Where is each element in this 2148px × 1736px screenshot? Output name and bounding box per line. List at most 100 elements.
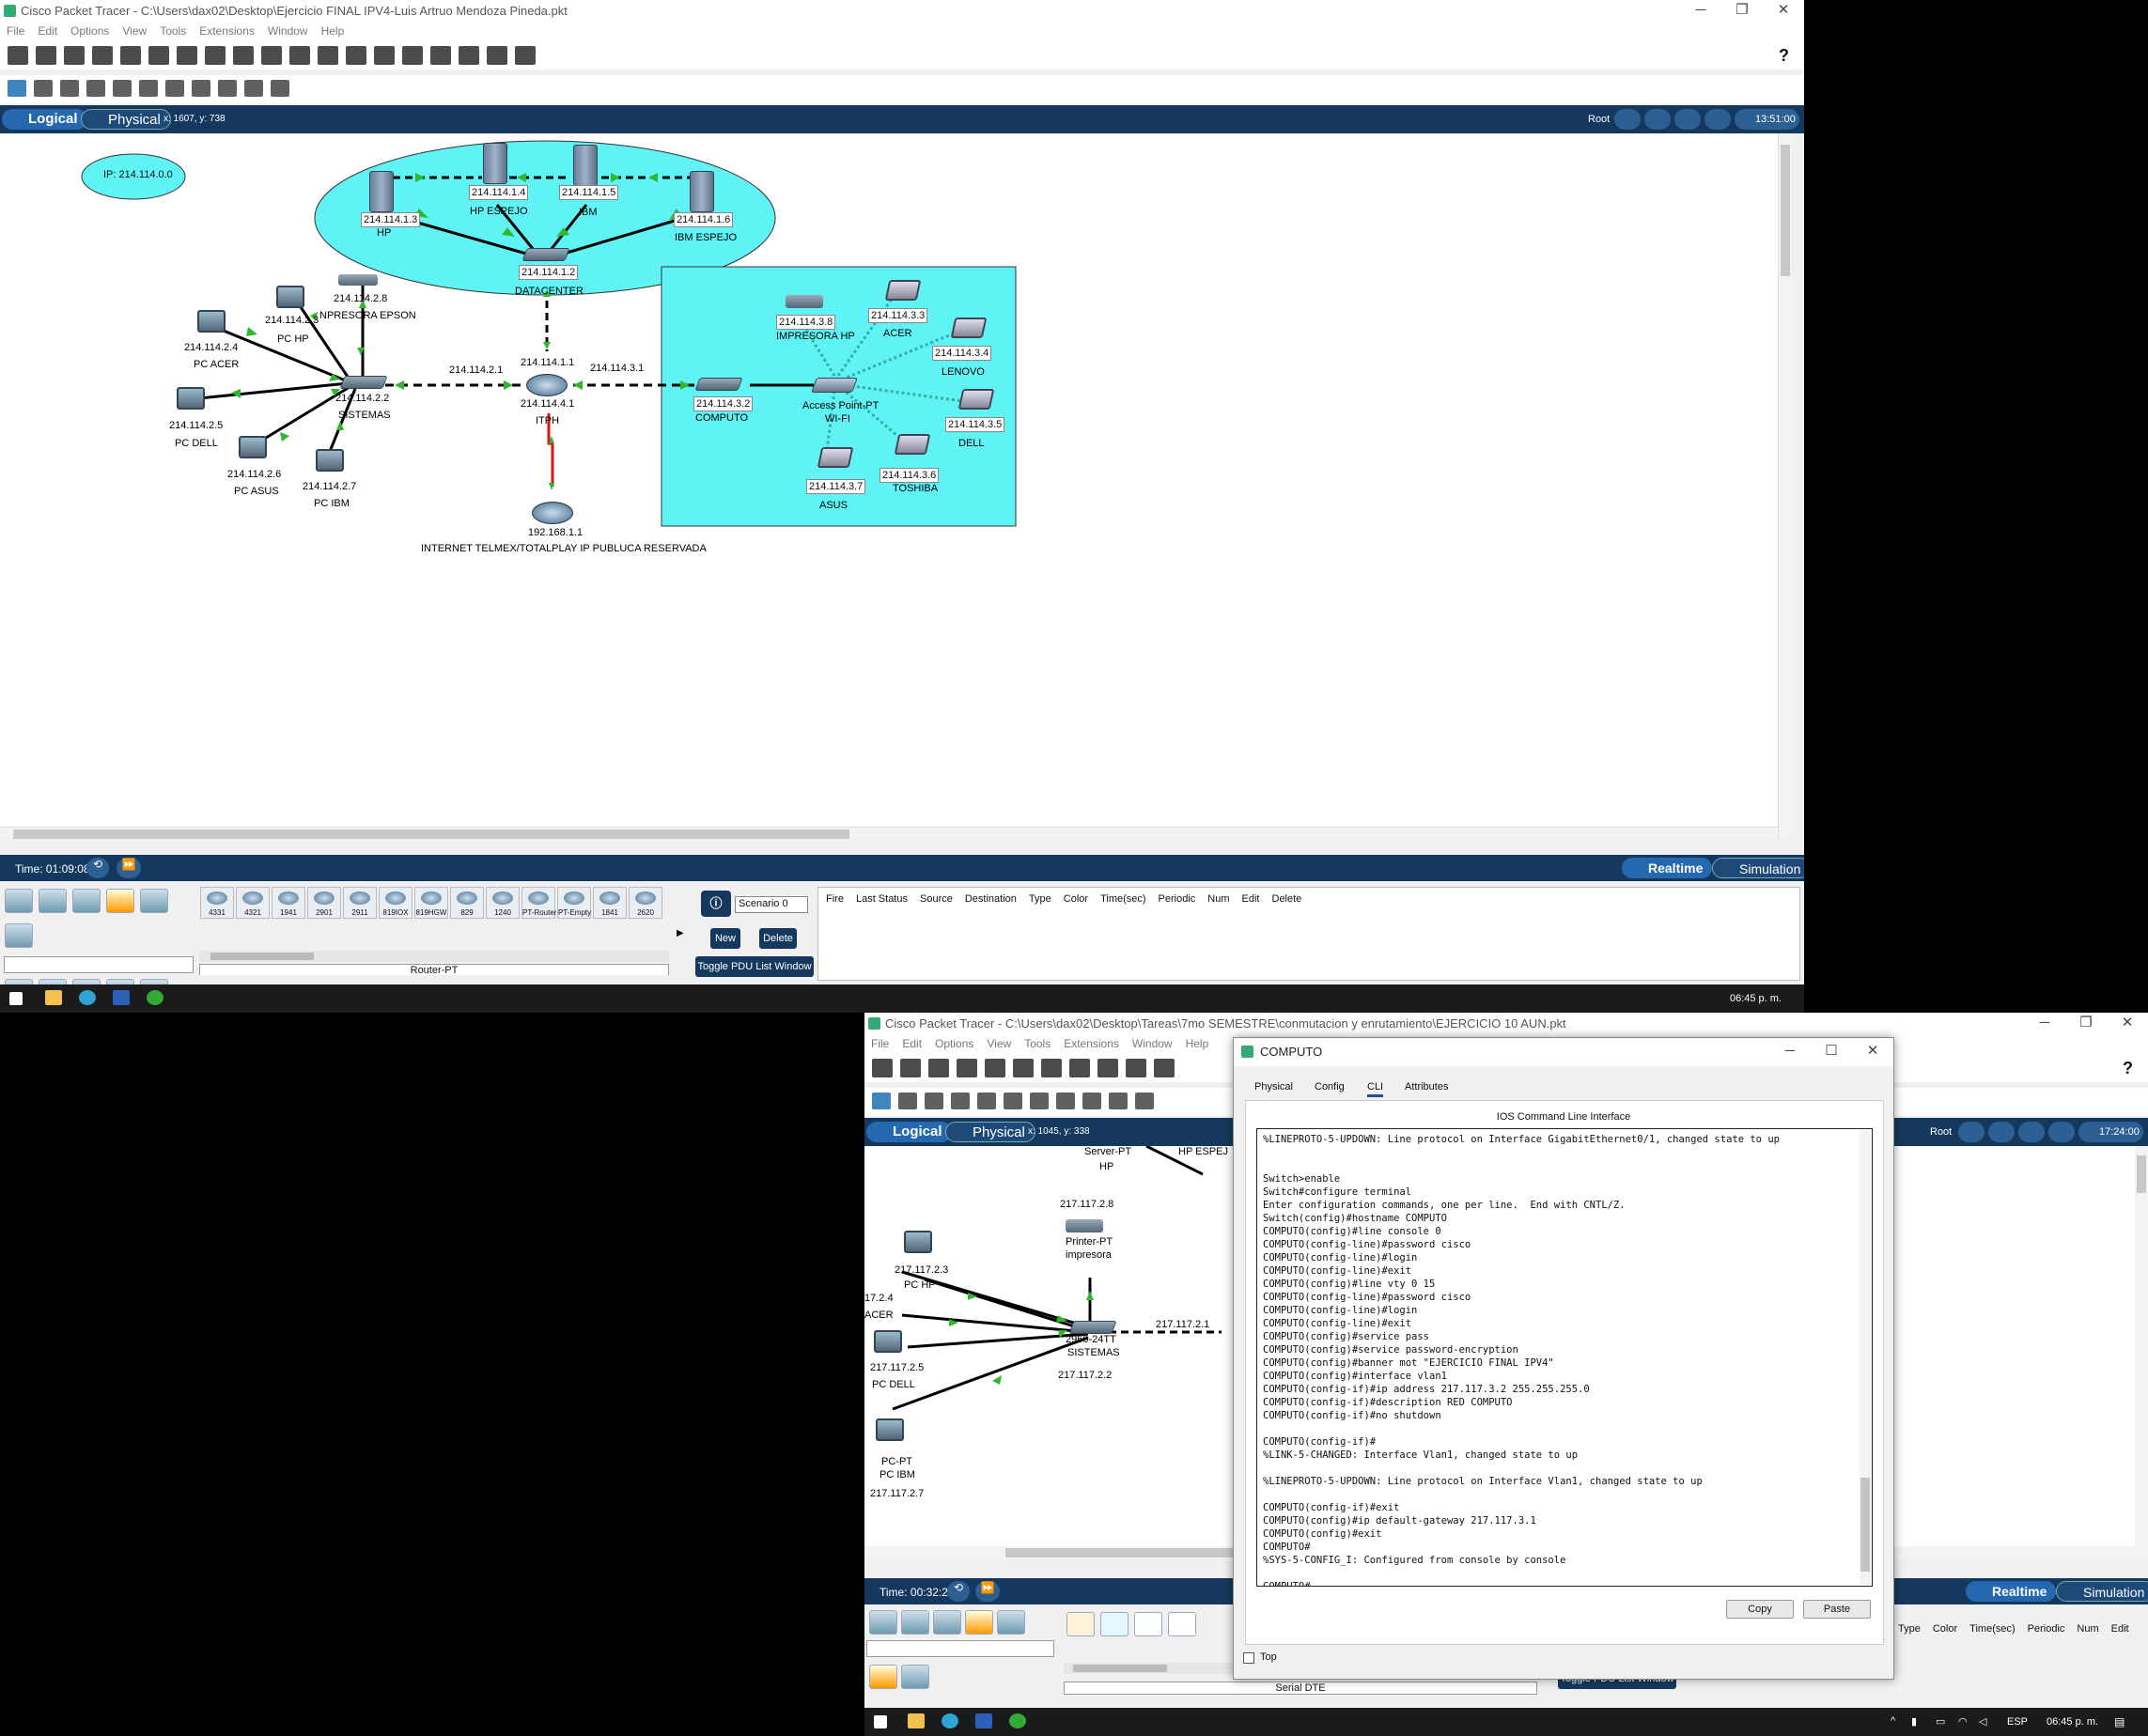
info-icon[interactable] [120, 46, 141, 65]
new-file-icon[interactable] [8, 46, 28, 65]
copy-button[interactable]: Copy [1726, 1600, 1794, 1619]
horizontal-scrollbar[interactable] [0, 827, 1778, 840]
second-start-icon[interactable] [874, 1715, 887, 1728]
second-select-icon[interactable] [872, 1093, 891, 1109]
expand-arrow-icon[interactable]: ▶ [677, 928, 684, 938]
pc-acer[interactable] [197, 310, 226, 333]
laptop-lenovo[interactable] [950, 318, 988, 338]
second-print-icon[interactable] [957, 1059, 977, 1077]
simulation-tab[interactable]: Simulation [1712, 858, 1804, 878]
second-complex-pdu-icon[interactable] [1135, 1093, 1154, 1109]
close-button[interactable]: ✕ [1763, 0, 1804, 23]
second-back-icon[interactable] [1958, 1122, 1985, 1142]
router-internet[interactable] [532, 502, 573, 524]
second-menu-window[interactable]: Window [1126, 1035, 1179, 1052]
pc-dell[interactable] [177, 387, 205, 410]
delete-icon[interactable] [60, 80, 79, 97]
menu-view[interactable]: View [116, 23, 153, 39]
model-1240[interactable]: 1240 [486, 887, 520, 919]
model-819iox[interactable]: 819IOX [379, 887, 412, 919]
components-icon[interactable] [72, 889, 101, 913]
second-pc-dell[interactable] [874, 1330, 902, 1353]
notification-icon[interactable]: ▤ [2114, 1715, 2125, 1728]
physical-tab[interactable]: Physical [81, 109, 171, 130]
screenshot-icon[interactable] [515, 46, 536, 65]
end-devices-icon[interactable] [39, 889, 67, 913]
scenario-info-icon[interactable]: ⓘ [701, 891, 731, 917]
second-device-search[interactable] [866, 1640, 1054, 1657]
freeform-icon[interactable] [218, 80, 237, 97]
switch-sistemas[interactable] [339, 376, 388, 389]
back-icon[interactable] [1614, 109, 1641, 130]
second-wizard-icon[interactable] [1013, 1059, 1034, 1077]
model-829[interactable]: 829 [450, 887, 484, 919]
model-819hgw[interactable]: 819HGW [414, 887, 448, 919]
network-devices-icon[interactable] [5, 889, 33, 913]
second-lightning-icon[interactable] [869, 1665, 897, 1689]
model-4331[interactable]: 4331 [200, 887, 234, 919]
move-icon[interactable] [1674, 109, 1701, 130]
second-save-icon[interactable] [928, 1059, 949, 1077]
second-pc-hp[interactable] [904, 1231, 932, 1253]
logical-tab[interactable]: Logical [2, 109, 87, 130]
laptop-asus[interactable] [817, 447, 854, 468]
menu-options[interactable]: Options [64, 23, 116, 39]
server-hp[interactable] [369, 171, 394, 212]
pc-ibm[interactable] [316, 449, 344, 472]
word-icon[interactable] [113, 990, 130, 1005]
model-1941[interactable]: 1941 [272, 887, 305, 919]
paste-button[interactable]: Paste [1803, 1600, 1871, 1619]
straight-cable-icon[interactable] [1134, 1612, 1162, 1636]
menu-help[interactable]: Help [315, 23, 351, 39]
server-ibm-espejo[interactable] [690, 171, 714, 212]
tray-battery-icon[interactable]: ▭ [1936, 1715, 1945, 1728]
laptop-toshiba[interactable] [894, 434, 931, 455]
toggle-pdu-button[interactable]: Toggle PDU List Window [695, 956, 814, 977]
custom-device-icon[interactable] [430, 46, 451, 65]
model-2901[interactable]: 2901 [307, 887, 341, 919]
second-minimize-button[interactable]: ─ [2024, 1013, 2065, 1035]
auto-cable-icon[interactable] [1066, 1612, 1095, 1636]
note-icon[interactable] [113, 80, 132, 97]
pc-hp[interactable] [276, 286, 304, 308]
tab-cli[interactable]: CLI [1367, 1081, 1384, 1097]
tab-config[interactable]: Config [1315, 1081, 1345, 1093]
second-zoom-icon[interactable] [1154, 1059, 1175, 1077]
tray-language[interactable]: ESP [2007, 1716, 2028, 1728]
second-vertical-scrollbar[interactable] [2135, 1146, 2148, 1559]
complex-pdu-icon[interactable] [271, 80, 289, 97]
cli-scroll-thumb[interactable] [1860, 1478, 1870, 1572]
drawing-palette-icon[interactable] [402, 46, 423, 65]
second-network-devices-icon[interactable] [869, 1610, 897, 1635]
file-explorer-icon[interactable] [45, 990, 62, 1005]
switch-computo[interactable] [694, 378, 743, 391]
router-itph[interactable] [526, 374, 568, 396]
laptop-acer[interactable] [884, 280, 922, 301]
rectangle-icon[interactable] [165, 80, 184, 97]
second-redo-icon[interactable] [1126, 1059, 1146, 1077]
clock-display[interactable]: 13:51:00 [1735, 109, 1799, 130]
second-pc-ibm[interactable] [876, 1418, 904, 1441]
second-components-icon[interactable] [933, 1610, 961, 1635]
menu-edit[interactable]: Edit [31, 23, 64, 39]
second-line-icon[interactable] [1004, 1093, 1022, 1109]
help-icon[interactable]: ? [1779, 46, 1789, 66]
second-physical-tab[interactable]: Physical [945, 1122, 1035, 1142]
connections-icon[interactable] [106, 889, 134, 913]
printer-hp[interactable] [786, 295, 823, 308]
cli-close-button[interactable]: ✕ [1852, 1041, 1893, 1063]
second-menu-options[interactable]: Options [928, 1035, 980, 1052]
background-icon[interactable] [1704, 109, 1731, 130]
menu-extensions[interactable]: Extensions [193, 23, 261, 39]
second-misc-icon[interactable] [997, 1610, 1025, 1635]
delete-scenario-button[interactable]: Delete [759, 928, 797, 949]
ellipse-icon[interactable] [192, 80, 210, 97]
second-note-icon[interactable] [977, 1093, 996, 1109]
second-fast-forward-icon[interactable]: ⏩ [975, 1581, 1000, 1602]
copy-icon[interactable] [205, 46, 226, 65]
line-icon[interactable] [139, 80, 158, 97]
paste-icon[interactable] [233, 46, 254, 65]
second-close-button[interactable]: ✕ [2107, 1013, 2148, 1035]
print-icon[interactable] [92, 46, 113, 65]
misc-icon[interactable] [140, 889, 168, 913]
